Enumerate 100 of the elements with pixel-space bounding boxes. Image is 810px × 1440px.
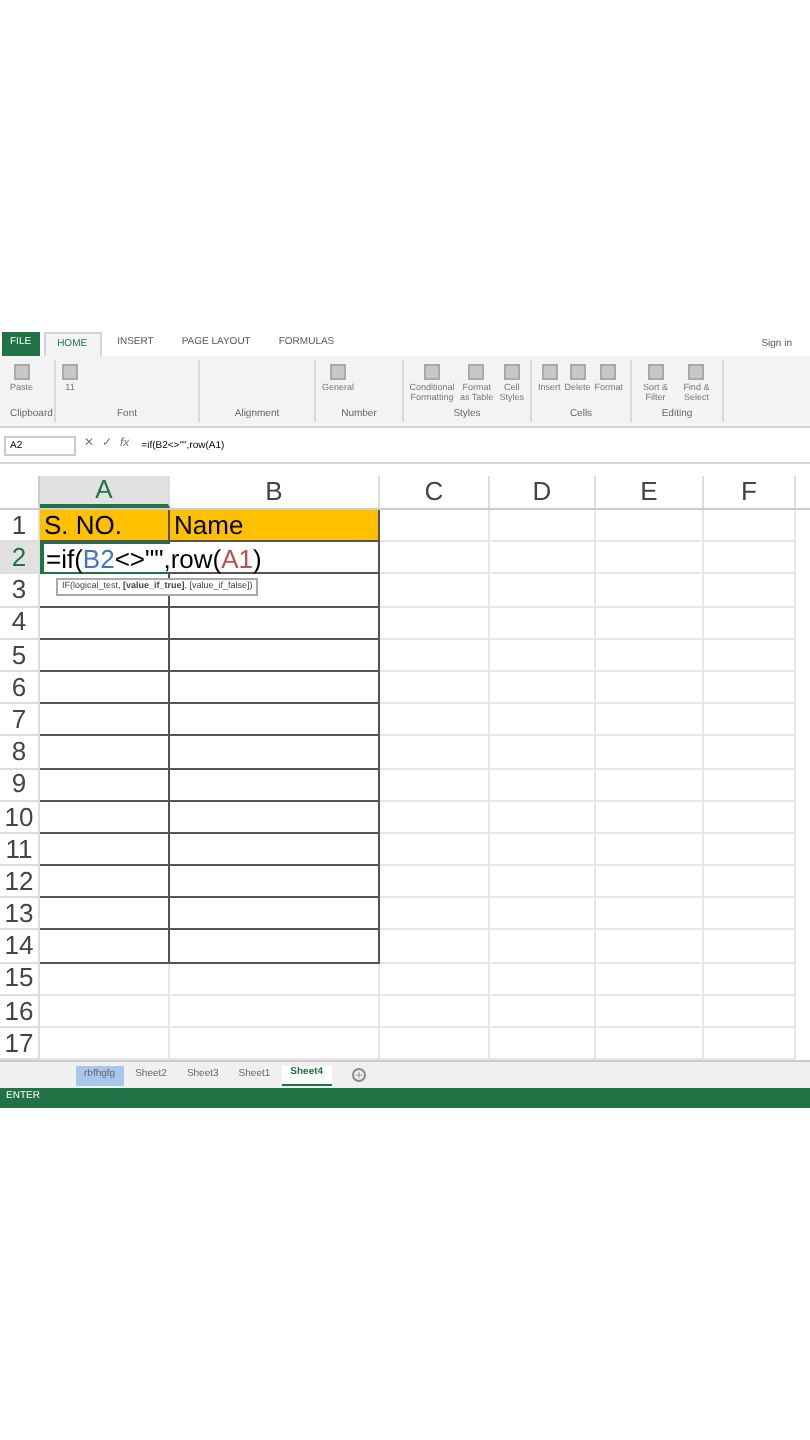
table-cell xyxy=(40,833,170,867)
row-header[interactable]: 10 xyxy=(0,801,40,834)
tool-icon xyxy=(330,364,346,380)
table-cell xyxy=(40,769,170,802)
row-header[interactable]: 3 xyxy=(0,574,40,608)
row-header[interactable]: 16 xyxy=(0,995,40,1028)
row-header[interactable]: 7 xyxy=(0,704,40,737)
table-cell xyxy=(490,963,596,996)
tool-icon xyxy=(503,364,520,380)
table-cell xyxy=(596,801,704,834)
row-header[interactable]: 12 xyxy=(0,866,40,899)
table-cell xyxy=(490,542,596,575)
table-cell xyxy=(704,930,796,964)
tool-icon xyxy=(468,364,485,380)
table-cell xyxy=(596,995,704,1028)
table-cell xyxy=(704,639,796,672)
table-cell xyxy=(380,736,490,769)
table-cell xyxy=(40,801,170,834)
table-cell xyxy=(596,769,704,802)
table-cell xyxy=(704,510,796,543)
table-cell xyxy=(490,898,596,931)
column-header[interactable]: B xyxy=(170,476,380,508)
row-header[interactable]: 14 xyxy=(0,930,40,964)
table-cell xyxy=(596,898,704,931)
table-cell xyxy=(380,574,490,608)
column-header[interactable]: F xyxy=(704,476,796,508)
table-cell xyxy=(490,510,596,543)
table-cell xyxy=(40,963,170,996)
table-cell xyxy=(596,736,704,769)
table-cell xyxy=(596,833,704,867)
table-cell xyxy=(40,898,170,931)
row-header[interactable]: 9 xyxy=(0,769,40,802)
table-cell xyxy=(596,574,704,608)
add-sheet-icon[interactable] xyxy=(351,1068,366,1082)
table-cell xyxy=(490,769,596,802)
table-cell xyxy=(704,801,796,834)
column-header[interactable]: E xyxy=(596,476,704,508)
table-cell xyxy=(704,671,796,705)
column-header[interactable]: C xyxy=(380,476,490,508)
table-cell xyxy=(596,963,704,996)
table-cell xyxy=(704,866,796,899)
table-cell: S. NO. xyxy=(40,510,170,543)
cell-editor[interactable]: =if(B2<>"",row(A1) xyxy=(44,544,264,573)
table-cell xyxy=(380,930,490,964)
table-cell xyxy=(490,607,596,640)
table-cell xyxy=(704,898,796,931)
table-cell xyxy=(40,995,170,1028)
table-cell xyxy=(704,833,796,867)
table-cell xyxy=(596,542,704,575)
table-cell xyxy=(380,769,490,802)
table-cell xyxy=(704,995,796,1028)
row-header[interactable]: 8 xyxy=(0,736,40,769)
table-cell xyxy=(40,930,170,964)
tool-icon xyxy=(424,364,440,380)
table-cell xyxy=(490,736,596,769)
row-header[interactable]: 11 xyxy=(0,833,40,867)
table-cell xyxy=(596,510,704,543)
table-cell xyxy=(704,704,796,737)
table-cell xyxy=(704,769,796,802)
row-header[interactable]: 4 xyxy=(0,607,40,640)
table-cell xyxy=(490,930,596,964)
table-cell xyxy=(490,866,596,899)
table-cell xyxy=(40,639,170,672)
table-cell xyxy=(490,995,596,1028)
table-cell xyxy=(40,607,170,640)
table-cell xyxy=(380,963,490,996)
table-cell: Name xyxy=(170,510,380,543)
table-cell xyxy=(380,833,490,867)
column-header[interactable]: D xyxy=(490,476,596,508)
row-header[interactable]: 6 xyxy=(0,671,40,705)
table-cell xyxy=(380,704,490,737)
table-cell xyxy=(380,607,490,640)
row-header[interactable]: 5 xyxy=(0,639,40,672)
table-cell xyxy=(490,704,596,737)
row-header[interactable]: 13 xyxy=(0,898,40,931)
table-cell xyxy=(596,607,704,640)
table-cell xyxy=(490,833,596,867)
table-cell xyxy=(490,671,596,705)
table-cell xyxy=(490,801,596,834)
tool-icon xyxy=(62,364,78,380)
table-cell xyxy=(704,542,796,575)
table-cell xyxy=(380,995,490,1028)
table-cell xyxy=(380,671,490,705)
table-cell xyxy=(380,898,490,931)
table-cell xyxy=(40,671,170,705)
row-header[interactable]: 15 xyxy=(0,963,40,996)
table-cell xyxy=(490,574,596,608)
table-cell xyxy=(704,574,796,608)
tool-icon xyxy=(13,364,30,380)
column-header[interactable]: A xyxy=(40,476,170,508)
table-cell xyxy=(596,704,704,737)
row-header[interactable]: 2 xyxy=(0,542,40,575)
table-cell xyxy=(704,963,796,996)
table-cell xyxy=(380,510,490,543)
table-cell xyxy=(704,607,796,640)
table-cell xyxy=(596,866,704,899)
table-cell xyxy=(380,866,490,899)
table-cell xyxy=(596,671,704,705)
table-cell xyxy=(40,866,170,899)
table-cell xyxy=(40,736,170,769)
